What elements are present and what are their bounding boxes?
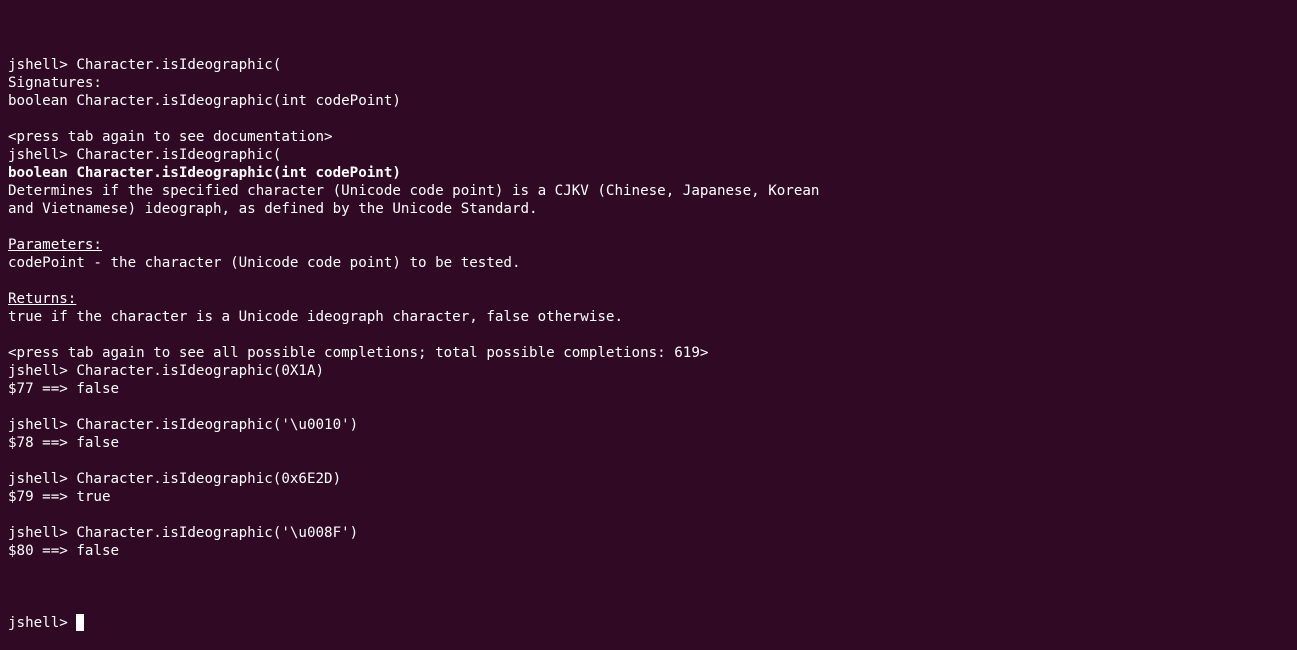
text-cursor [76, 614, 85, 631]
terminal-line-text: $80 ==> false [8, 543, 120, 559]
terminal-line: jshell> Character.isIdeographic('\u0010'… [8, 416, 1288, 434]
terminal-line-text: $79 ==> true [8, 489, 111, 505]
terminal-line: jshell> Character.isIdeographic(0x6E2D) [8, 470, 1288, 488]
terminal-line: $78 ==> false [8, 434, 1288, 452]
terminal-line-text: <press tab again to see all possible com… [8, 345, 709, 361]
terminal-line-text: jshell> Character.isIdeographic('\u0010'… [8, 417, 359, 433]
terminal-line: jshell> Character.isIdeographic( [8, 56, 1288, 74]
terminal-line-text: boolean Character.isIdeographic(int code… [8, 165, 401, 181]
terminal-line: jshell> Character.isIdeographic('\u008F'… [8, 524, 1288, 542]
terminal-line: jshell> Character.isIdeographic( [8, 146, 1288, 164]
terminal-line-text: $77 ==> false [8, 381, 120, 397]
terminal-line: Parameters: [8, 236, 1288, 254]
terminal-prompt-line[interactable]: jshell> [8, 614, 1288, 632]
terminal-line: codePoint - the character (Unicode code … [8, 254, 1288, 272]
terminal-line: Returns: [8, 290, 1288, 308]
terminal-line-text: jshell> Character.isIdeographic(0X1A) [8, 363, 325, 379]
terminal-lines: jshell> Character.isIdeographic( Signatur… [8, 56, 1288, 578]
terminal-output[interactable]: jshell> Character.isIdeographic( Signatur… [8, 20, 1288, 650]
terminal-line: Signatures: [8, 74, 1288, 92]
terminal-line-text: <press tab again to see documentation> [8, 129, 333, 145]
terminal-line-text: codePoint - the character (Unicode code … [8, 255, 521, 271]
terminal-line-text: Parameters: [8, 237, 102, 253]
terminal-line-text: jshell> Character.isIdeographic( [8, 57, 282, 73]
terminal-line-text: jshell> Character.isIdeographic('\u008F'… [8, 525, 359, 541]
terminal-line: $80 ==> false [8, 542, 1288, 560]
terminal-line: boolean Character.isIdeographic(int code… [8, 92, 1288, 110]
terminal-line-text: Determines if the specified character (U… [8, 183, 820, 199]
shell-prompt: jshell> [8, 615, 77, 631]
terminal-line: Determines if the specified character (U… [8, 182, 1288, 200]
terminal-line-text: and Vietnamese) ideograph, as defined by… [8, 201, 538, 217]
terminal-line: $77 ==> false [8, 380, 1288, 398]
terminal-line: boolean Character.isIdeographic(int code… [8, 164, 1288, 182]
terminal-line: $79 ==> true [8, 488, 1288, 506]
terminal-line-text: jshell> Character.isIdeographic( [8, 147, 282, 163]
terminal-line: and Vietnamese) ideograph, as defined by… [8, 200, 1288, 218]
terminal-line-text: $78 ==> false [8, 435, 120, 451]
terminal-line-text: Signatures: [8, 75, 102, 91]
terminal-line: <press tab again to see documentation> [8, 128, 1288, 146]
terminal-line-text: Returns: [8, 291, 77, 307]
terminal-line: jshell> Character.isIdeographic(0X1A) [8, 362, 1288, 380]
terminal-line-text: jshell> Character.isIdeographic(0x6E2D) [8, 471, 342, 487]
terminal-line-text: boolean Character.isIdeographic(int code… [8, 93, 401, 109]
terminal-line: true if the character is a Unicode ideog… [8, 308, 1288, 326]
terminal-line: <press tab again to see all possible com… [8, 344, 1288, 362]
terminal-line-text: true if the character is a Unicode ideog… [8, 309, 623, 325]
